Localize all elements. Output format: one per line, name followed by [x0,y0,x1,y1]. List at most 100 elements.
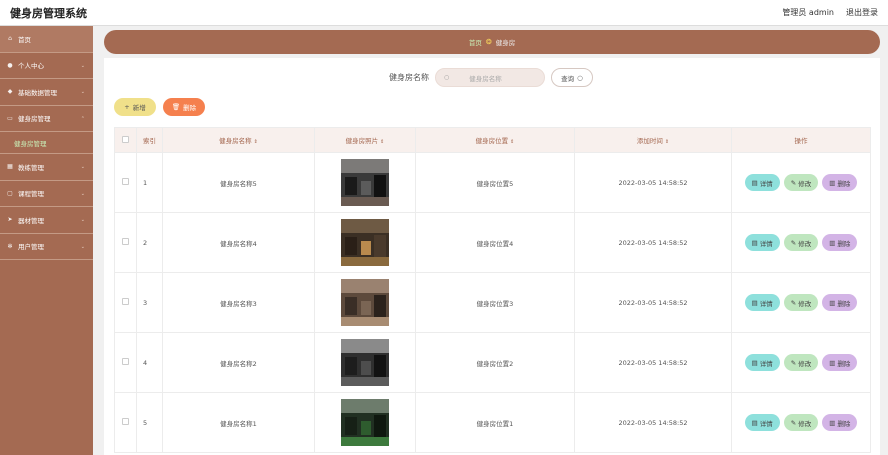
select-all-checkbox[interactable] [122,135,129,143]
delete-button[interactable]: 🗑 删除 [163,98,205,116]
monitor-icon: ▭ [7,114,13,122]
search-label: 健身房名称 [389,73,429,82]
pencil-icon: ✎ [790,178,797,187]
row-actions-cell: ▤ 详情 ✎ 修改 ▥ 删除 [731,332,871,393]
row-delete-button[interactable]: ▥ 删除 [822,354,858,371]
detail-button[interactable]: ▤ 详情 [744,234,780,251]
chevron-down-icon: ⌄ [80,243,85,250]
gym-photo[interactable] [341,279,389,326]
sidebar-item-label: 个人中心 [18,62,44,71]
row-checkbox[interactable] [122,178,129,185]
query-button[interactable]: 查询 ○ [551,68,593,87]
add-button[interactable]: + 新增 [114,98,156,116]
row-photo-cell [314,392,416,453]
row-delete-button-label: 删除 [837,179,851,188]
row-name: 健身房名称4 [162,212,315,273]
row-checkbox[interactable] [122,298,129,305]
column-header-photo[interactable]: 健身房照片 ⇕ [314,127,416,153]
edit-button[interactable]: ✎ 修改 [783,414,819,431]
edit-button[interactable]: ✎ 修改 [783,234,819,251]
detail-button[interactable]: ▤ 详情 [744,354,780,371]
row-delete-button[interactable]: ▥ 删除 [822,414,858,431]
gym-photo[interactable] [341,339,389,386]
row-index: 4 [136,332,163,393]
row-delete-button-label: 删除 [837,419,851,428]
chevron-down-icon: ⌄ [80,217,85,223]
row-delete-button-label: 删除 [837,359,851,368]
row-checkbox[interactable] [122,238,129,245]
logout-link[interactable]: 退出登录 [846,7,878,18]
detail-button-label: 详情 [759,179,773,188]
sidebar-item-coach[interactable]: ▦ 教练管理 ⌄ [0,154,93,181]
row-location: 健身房位置4 [415,212,575,273]
sidebar-item-label: 基础数据管理 [18,88,57,97]
row-delete-button[interactable]: ▥ 删除 [822,234,858,251]
sort-icon: ⇕ [253,139,258,145]
chat-icon: ▢ [7,189,13,197]
sidebar-item-users[interactable]: ✻ 用户管理 ⌄ [0,234,93,260]
sort-icon: ⇕ [510,139,515,145]
detail-button-label: 详情 [759,299,773,308]
detail-button[interactable]: ▤ 详情 [744,294,780,311]
row-delete-button[interactable]: ▥ 删除 [822,174,858,191]
detail-button-label: 详情 [759,419,773,428]
row-name: 健身房名称3 [162,272,315,333]
column-header-actions: 操作 [731,127,871,153]
row-actions: ▤ 详情 ✎ 修改 ▥ 删除 [732,174,870,191]
edit-button[interactable]: ✎ 修改 [783,354,819,371]
search-placeholder: 健身房名称 [469,74,502,83]
row-delete-button[interactable]: ▥ 删除 [822,294,858,311]
sidebar-subitem-gym-manage[interactable]: 健身房管理 [0,132,93,154]
row-checkbox[interactable] [122,358,129,365]
gym-photo[interactable] [341,159,389,206]
row-time: 2022-03-05 14:58:52 [574,332,732,393]
row-select-cell [114,392,137,453]
row-photo-cell [314,152,416,213]
table-header-row: 索引 健身房名称 ⇕ 健身房照片 ⇕ 健身房位置 ⇕ 添加时间 ⇕ 操作 [114,127,871,153]
row-checkbox[interactable] [122,418,129,425]
row-time: 2022-03-05 14:58:52 [574,392,732,453]
sidebar-item-base-data[interactable]: ◆ 基础数据管理 ⌄ [0,79,93,106]
row-time: 2022-03-05 14:58:52 [574,272,732,333]
action-buttons: + 新增 🗑 删除 [114,98,205,116]
gym-photo[interactable] [341,399,389,446]
row-actions: ▤ 详情 ✎ 修改 ▥ 删除 [732,234,870,251]
document-icon: ▤ [751,178,758,187]
detail-button[interactable]: ▤ 详情 [744,174,780,191]
detail-button[interactable]: ▤ 详情 [744,414,780,431]
row-index: 3 [136,272,163,333]
gym-photo[interactable] [341,219,389,266]
sidebar-item-home[interactable]: ⌂ 首页 [0,26,93,53]
home-icon: ⌂ [8,35,12,43]
table-row: 5 健身房名称1 健身房位置1 2022-03-05 14:58:52 ▤ 详情 … [114,392,871,453]
sidebar-item-course[interactable]: ▢ 课程管理 ⌄ [0,181,93,207]
document-icon: ▤ [751,298,758,307]
table-row: 4 健身房名称2 健身房位置2 2022-03-05 14:58:52 ▤ 详情 … [114,332,871,393]
row-actions: ▤ 详情 ✎ 修改 ▥ 删除 [732,414,870,431]
breadcrumb-home[interactable]: 首页 [469,37,482,47]
row-index: 2 [136,212,163,273]
select-all-cell [114,127,137,153]
edit-button[interactable]: ✎ 修改 [783,174,819,191]
column-header-label: 健身房照片 [345,137,379,145]
search-input[interactable]: ○ 健身房名称 [435,68,545,87]
row-time: 2022-03-05 14:58:52 [574,212,732,273]
row-delete-button-label: 删除 [837,239,851,248]
edit-button-label: 修改 [798,299,812,308]
row-actions: ▤ 详情 ✎ 修改 ▥ 删除 [732,294,870,311]
column-header-time[interactable]: 添加时间 ⇕ [574,127,732,153]
sidebar-item-label: 教练管理 [18,163,44,172]
breadcrumb-separator-icon: ❂ [485,38,492,46]
sidebar-item-gym[interactable]: ▭ 健身房管理 ⌃ [0,106,93,132]
column-header-name[interactable]: 健身房名称 ⇕ [162,127,315,153]
app-title: 健身房管理系统 [10,7,87,20]
add-button-label: 新增 [132,104,146,112]
row-actions-cell: ▤ 详情 ✎ 修改 ▥ 删除 [731,212,871,273]
sidebar-item-label: 首页 [18,35,31,44]
sidebar-item-equipment[interactable]: ➤ 器材管理 ⌄ [0,207,93,234]
top-bar: 健身房管理系统 管理员 admin 退出登录 [0,0,888,26]
column-header-location[interactable]: 健身房位置 ⇕ [415,127,575,153]
column-header-label: 添加时间 [636,137,663,145]
edit-button[interactable]: ✎ 修改 [783,294,819,311]
sidebar-item-profile[interactable]: ● 个人中心 ⌄ [0,53,93,79]
